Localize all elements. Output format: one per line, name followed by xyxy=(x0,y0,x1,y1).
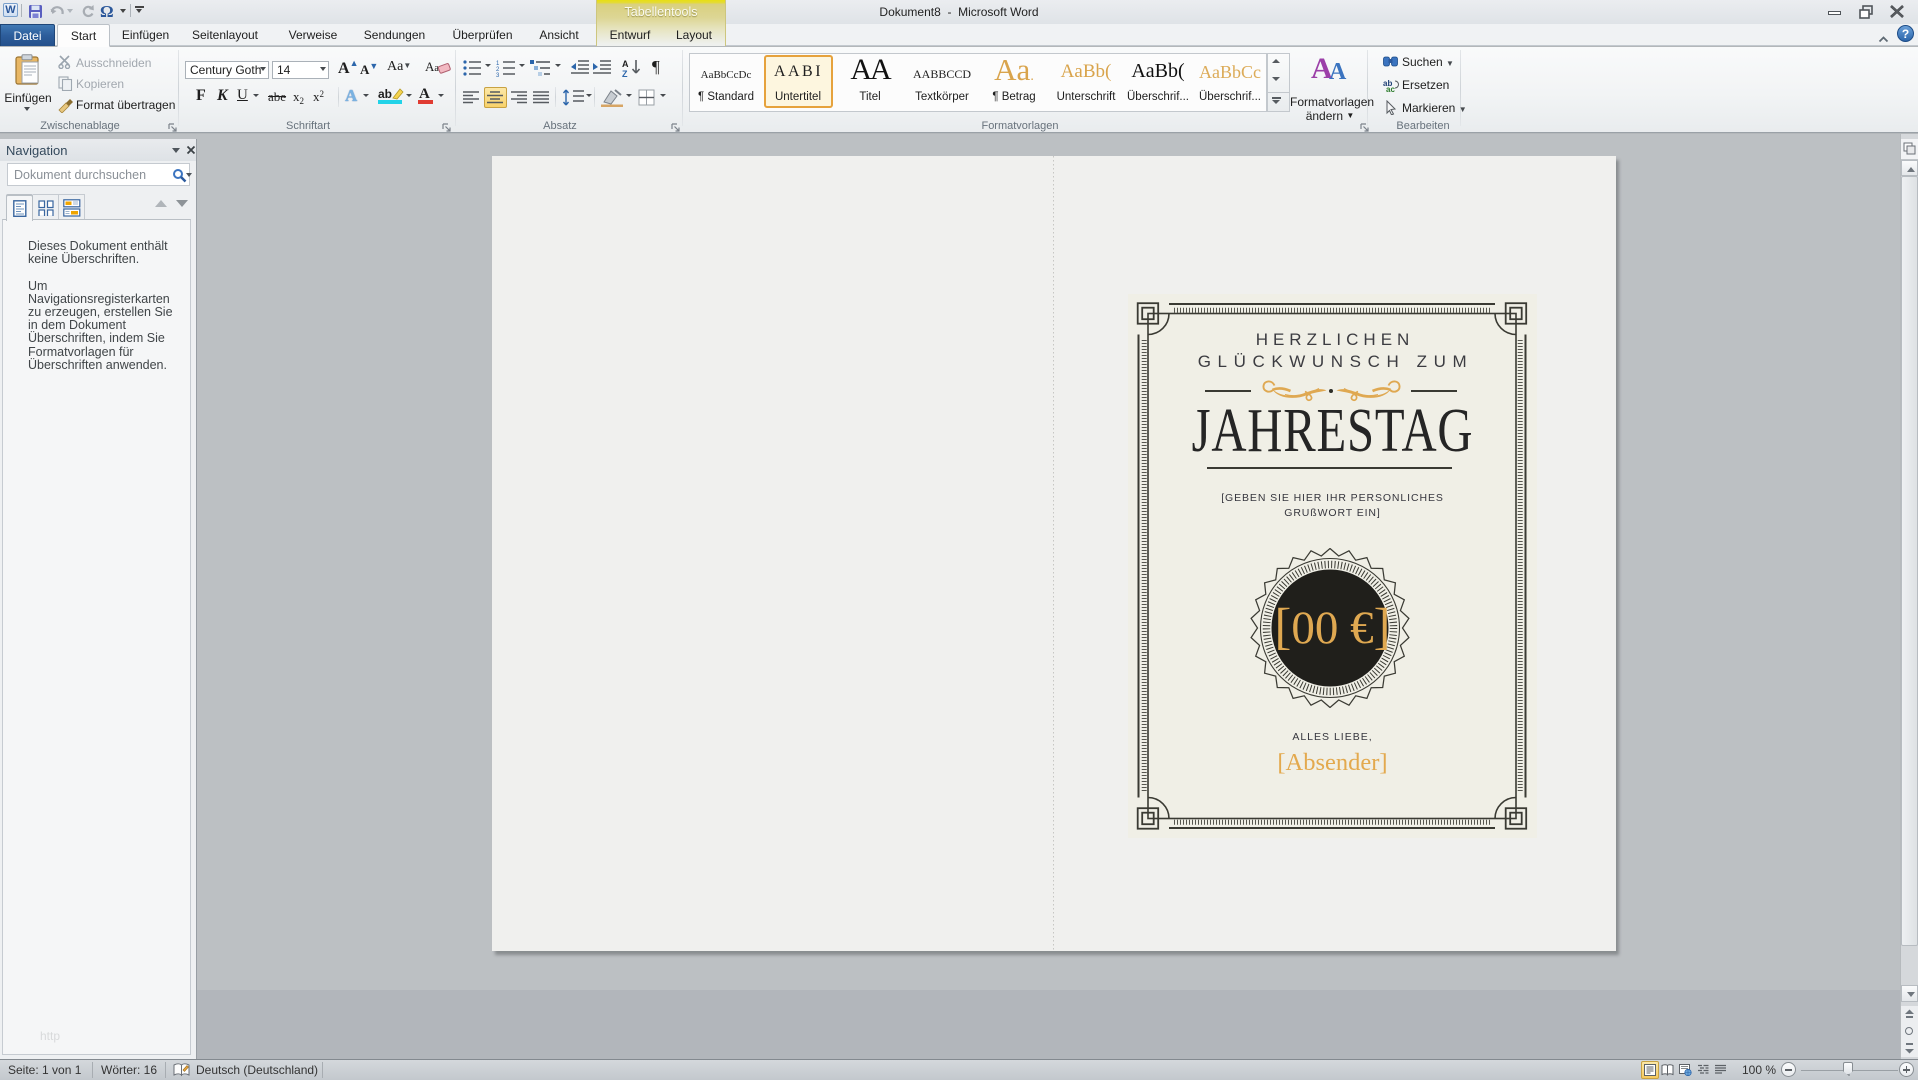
svg-text:Z: Z xyxy=(622,69,628,78)
svg-text:3: 3 xyxy=(496,73,500,77)
svg-text:A: A xyxy=(622,59,629,69)
svg-text:ac: ac xyxy=(1386,85,1395,92)
